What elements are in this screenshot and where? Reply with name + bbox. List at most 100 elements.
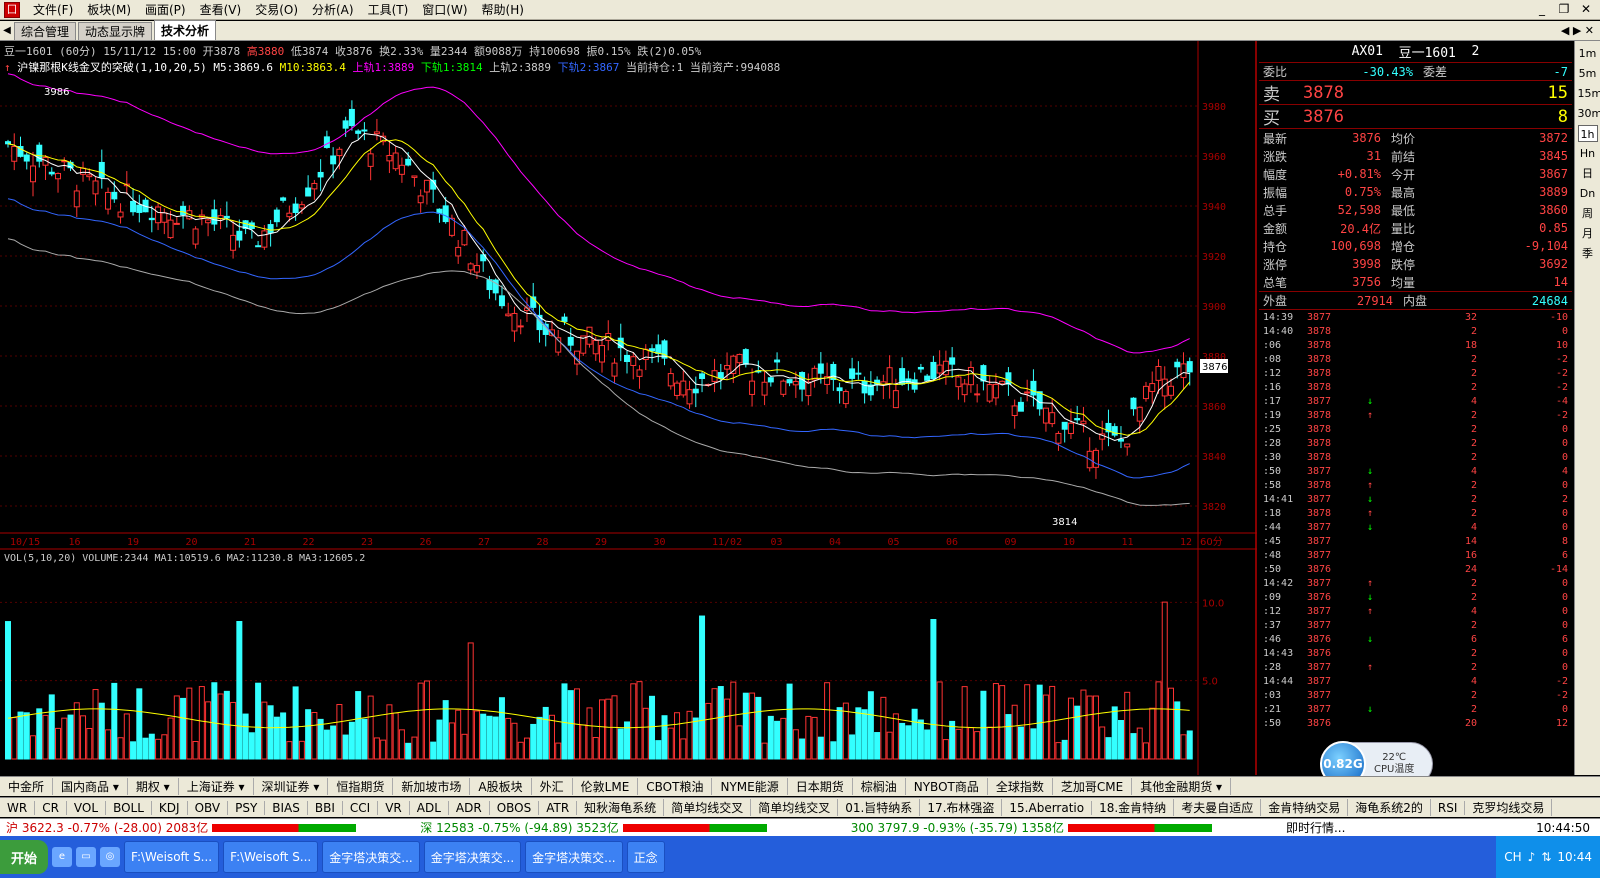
indicator-tab[interactable]: 知秋海龟系统 [577, 799, 665, 816]
chart-area[interactable]: 3980 3960 3940 3920 3900 3880 3860 3840 3820 10/1… [0, 41, 1257, 775]
tick-row: 14:44 3877 4 -2 [1259, 674, 1572, 688]
tab-close-icon[interactable]: ◀ ▶ ✕ [1561, 24, 1594, 37]
menu-board[interactable]: 板块(M) [80, 1, 138, 18]
category-tab[interactable]: 芝加哥CME [1053, 778, 1133, 795]
indicator-tab[interactable]: KDJ [152, 800, 188, 815]
task-weisoft-1[interactable]: F:\Weisoft S... [124, 841, 220, 873]
network-icon[interactable]: ⇅ [1541, 850, 1551, 864]
period-1[interactable]: 5m [1578, 65, 1598, 82]
period-10[interactable]: 季 [1578, 245, 1598, 262]
period-4[interactable]: 1h [1577, 125, 1598, 142]
indicator-tab[interactable]: PSY [228, 800, 266, 815]
period-2[interactable]: 15m [1578, 85, 1600, 102]
indicator-tab[interactable]: VR [378, 800, 410, 815]
menu-view[interactable]: 画面(P) [138, 1, 193, 18]
category-tab[interactable]: 期权 ▾ [128, 778, 179, 795]
ime-indicator[interactable]: CH [1504, 850, 1521, 864]
category-tab[interactable]: 国内商品 ▾ [53, 778, 128, 795]
period-9[interactable]: 月 [1578, 225, 1598, 242]
task-pyramid-2[interactable]: 金字塔决策交... [423, 841, 522, 873]
status-news[interactable]: 即时行情... [1286, 819, 1345, 836]
quote-v1: 3998 [1352, 257, 1381, 271]
task-weisoft-2[interactable]: F:\Weisoft S... [223, 841, 319, 873]
indicator-tab[interactable]: 考夫曼自适应 [1174, 799, 1262, 816]
indicator-tab[interactable]: 15.Aberratio [1002, 800, 1093, 815]
indicator-tab[interactable]: CCI [343, 800, 379, 815]
tab-technical-analysis[interactable]: 技术分析 [154, 20, 217, 40]
category-tab[interactable]: 上海证券 ▾ [179, 778, 254, 795]
candle-body [630, 356, 637, 366]
task-pyramid-1[interactable]: 金字塔决策交... [322, 841, 420, 873]
category-tab[interactable]: 伦敦LME [573, 778, 639, 795]
category-tab[interactable]: 深圳证券 ▾ [254, 778, 329, 795]
category-tab[interactable]: A股板块 [470, 778, 532, 795]
indicator-tab[interactable]: 17.布林强盗 [920, 799, 1003, 816]
close-icon[interactable]: ✕ [1578, 1, 1594, 17]
category-tab[interactable]: 中金所 [0, 778, 54, 795]
quote-row: 总笔 3756 均量 14 [1259, 273, 1572, 291]
volume-icon[interactable]: ♪ [1528, 850, 1536, 864]
task-zhengnian[interactable]: 正念 [626, 841, 665, 873]
indicator-tab[interactable]: BOLL [106, 800, 152, 815]
minimize-icon[interactable]: _ [1534, 1, 1550, 17]
candle-body [1167, 385, 1174, 396]
category-tab[interactable]: CBOT粮油 [638, 778, 713, 795]
indicator-tab[interactable]: ADR [449, 800, 490, 815]
tab-overview[interactable]: 综合管理 [14, 22, 77, 40]
tab-left-arrow-icon[interactable]: ◀ [0, 25, 14, 36]
category-tab[interactable]: 棕榈油 [853, 778, 906, 795]
category-tab[interactable]: 外汇 [532, 778, 573, 795]
candle-body [717, 372, 724, 379]
indicator-tab[interactable]: 简单均线交叉 [664, 799, 752, 816]
indicator-tab[interactable]: 海龟系统2的 [1348, 799, 1431, 816]
quicklaunch-desktop-icon[interactable]: ▭ [76, 847, 96, 867]
indicator-tab[interactable]: 01.旨特纳系 [838, 799, 921, 816]
indicator-tab[interactable]: OBV [188, 800, 229, 815]
category-tab[interactable]: 其他金融期货 ▾ [1132, 778, 1232, 795]
indicator-tab[interactable]: BIAS [265, 800, 308, 815]
period-8[interactable]: 周 [1578, 205, 1598, 222]
indicator-tab[interactable]: ATR [539, 800, 578, 815]
kline-chart[interactable]: 39803960394039203900388038603840382010/1… [0, 41, 1257, 775]
period-5[interactable]: Hn [1578, 145, 1598, 162]
indicator-tab[interactable]: 18.金肯特纳 [1092, 799, 1175, 816]
indicator-tab[interactable]: RSI [1431, 800, 1466, 815]
quicklaunch-ie-icon[interactable]: e [52, 847, 72, 867]
task-pyramid-3[interactable]: 金字塔决策交... [525, 841, 623, 873]
quicklaunch-app-icon[interactable]: ◎ [100, 847, 120, 867]
window-controls: _ ❐ ✕ [1534, 1, 1594, 17]
indicator-tab[interactable]: VOL [67, 800, 107, 815]
category-tab[interactable]: NYBOT商品 [906, 778, 988, 795]
tick-list[interactable]: 14:39 3877 32 -10 14:40 3878 2 0:06 3878 18 10:08 3… [1259, 310, 1572, 730]
menu-trade[interactable]: 交易(O) [248, 1, 305, 18]
indicator-tab[interactable]: 简单均线交叉 [751, 799, 839, 816]
category-tab[interactable]: 全球指数 [988, 778, 1053, 795]
indicator-tab[interactable]: 克罗均线交易 [1465, 799, 1553, 816]
period-6[interactable]: 日 [1578, 165, 1598, 182]
indicator-tab[interactable]: OBOS [490, 800, 540, 815]
period-7[interactable]: Dn [1578, 185, 1598, 202]
indicator-tab[interactable]: CR [35, 800, 67, 815]
restore-icon[interactable]: ❐ [1556, 1, 1572, 17]
category-tab[interactable]: 日本期货 [788, 778, 853, 795]
indicator-tab[interactable]: WR [0, 800, 36, 815]
indicator-tab[interactable]: ADL [410, 800, 449, 815]
menu-file[interactable]: 文件(F) [26, 1, 80, 18]
menu-help[interactable]: 帮助(H) [475, 1, 531, 18]
indicator-tab[interactable]: BBI [308, 800, 343, 815]
menu-tools[interactable]: 工具(T) [361, 1, 416, 18]
menu-analysis[interactable]: 分析(A) [305, 1, 361, 18]
period-0[interactable]: 1m [1578, 45, 1598, 62]
volume-bar [530, 723, 537, 760]
category-tab[interactable]: 新加坡市场 [393, 778, 471, 795]
start-button[interactable]: 开始 [0, 840, 48, 874]
period-3[interactable]: 30m [1578, 105, 1600, 122]
menu-window[interactable]: 窗口(W) [415, 1, 474, 18]
category-tab[interactable]: 恒指期货 [328, 778, 394, 795]
candle-body [111, 191, 118, 200]
volume-bar [98, 702, 105, 760]
tab-dynamic-board[interactable]: 动态显示牌 [78, 22, 153, 40]
indicator-tab[interactable]: 金肯特纳交易 [1261, 799, 1349, 816]
menu-look[interactable]: 查看(V) [193, 1, 249, 18]
category-tab[interactable]: NYME能源 [712, 778, 788, 795]
